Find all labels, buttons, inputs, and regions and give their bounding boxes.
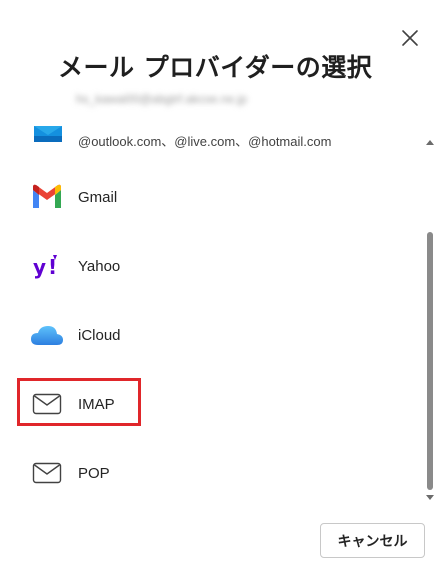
envelope-icon xyxy=(30,459,64,487)
svg-text:y: y xyxy=(33,255,46,279)
provider-label-gmail: Gmail xyxy=(78,188,118,206)
provider-list[interactable]: @outlook.com、@live.com、@hotmail.com Gmai… xyxy=(0,118,420,508)
cancel-button[interactable]: キャンセル xyxy=(320,523,425,558)
provider-item-gmail[interactable]: Gmail xyxy=(30,172,117,222)
provider-label-icloud: iCloud xyxy=(78,326,121,344)
scroll-up-arrow-icon[interactable] xyxy=(426,140,434,145)
account-email: hs_kawai00@abgtrf.akcoe.ne.jp xyxy=(76,92,247,106)
close-icon xyxy=(402,30,418,46)
yahoo-icon: y ! xyxy=(30,252,64,280)
provider-item-icloud[interactable]: iCloud xyxy=(30,310,121,360)
svg-text:!: ! xyxy=(48,255,57,279)
imap-highlight-box xyxy=(17,378,141,426)
outlook-icon xyxy=(30,126,64,154)
list-scrollbar[interactable] xyxy=(424,140,436,500)
provider-label-pop: POP xyxy=(78,464,110,482)
scroll-down-arrow-icon[interactable] xyxy=(426,495,434,500)
gmail-icon xyxy=(30,183,64,211)
provider-item-outlook[interactable]: @outlook.com、@live.com、@hotmail.com xyxy=(30,118,331,165)
provider-item-pop[interactable]: POP xyxy=(30,448,110,498)
provider-label-yahoo: Yahoo xyxy=(78,257,121,275)
close-button[interactable] xyxy=(398,26,422,50)
dialog-title: メール プロバイダーの選択 xyxy=(58,53,373,82)
icloud-icon xyxy=(30,321,64,349)
provider-item-yahoo[interactable]: y ! Yahoo xyxy=(30,241,120,291)
scroll-thumb[interactable] xyxy=(427,232,433,490)
provider-label-outlook: @outlook.com、@live.com、@hotmail.com xyxy=(78,133,332,149)
provider-dialog: メール プロバイダーの選択 hs_kawai00@abgtrf.akcoe.ne… xyxy=(0,0,448,579)
